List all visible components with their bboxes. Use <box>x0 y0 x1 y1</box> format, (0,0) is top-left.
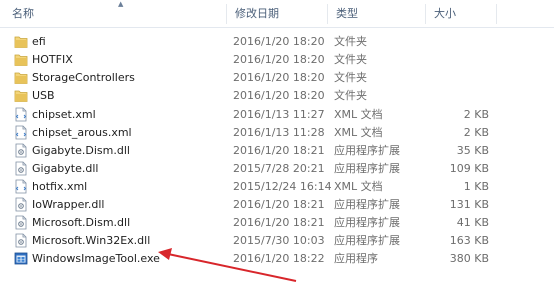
dll-file-icon <box>14 143 28 158</box>
xml-file-icon <box>14 125 28 140</box>
file-row[interactable]: efi 2016/1/20 18:20 文件夹 <box>0 32 554 51</box>
file-row[interactable]: USB 2016/1/20 18:20 文件夹 <box>0 86 554 105</box>
file-date-modified: 2015/7/28 20:21 <box>233 162 325 175</box>
column-header-date[interactable]: 修改日期 <box>227 0 327 27</box>
file-name: Microsoft.Win32Ex.dll <box>32 234 151 247</box>
file-name: Microsoft.Dism.dll <box>32 216 131 229</box>
xml-file-icon <box>14 107 28 122</box>
folder-icon <box>14 70 28 85</box>
file-row[interactable]: Microsoft.Win32Ex.dll 2015/7/30 10:03 应用程序… <box>0 231 554 250</box>
file-name: chipset_arous.xml <box>32 126 132 139</box>
file-type: 应用程序 <box>334 252 378 265</box>
file-row[interactable]: chipset.xml 2016/1/13 11:27 XML 文档 2 KB <box>0 105 554 124</box>
dll-file-icon <box>14 197 28 212</box>
file-name: chipset.xml <box>32 108 96 121</box>
file-type: 文件夹 <box>334 71 367 84</box>
file-type: XML 文档 <box>334 180 383 193</box>
file-row[interactable]: Gigabyte.dll 2015/7/28 20:21 应用程序扩展 109 KB <box>0 159 554 178</box>
file-row[interactable]: IoWrapper.dll 2016/1/20 18:21 应用程序扩展 131 KB <box>0 195 554 214</box>
file-row[interactable]: HOTFIX 2016/1/20 18:20 文件夹 <box>0 50 554 69</box>
file-type: 应用程序扩展 <box>334 144 400 157</box>
file-name: IoWrapper.dll <box>32 198 105 211</box>
file-name: Gigabyte.Dism.dll <box>32 144 130 157</box>
file-name: StorageControllers <box>32 71 135 84</box>
file-date-modified: 2016/1/20 18:21 <box>233 216 325 229</box>
dll-file-icon <box>14 233 28 248</box>
file-type: 文件夹 <box>334 89 367 102</box>
file-row[interactable]: Microsoft.Dism.dll 2016/1/20 18:21 应用程序扩展 4… <box>0 213 554 232</box>
file-type: 应用程序扩展 <box>334 198 400 211</box>
file-size: 1 KB <box>463 180 489 193</box>
xml-file-icon <box>14 179 28 194</box>
file-size: 109 KB <box>449 162 489 175</box>
file-date-modified: 2016/1/20 18:20 <box>233 89 325 102</box>
file-name: hotfix.xml <box>32 180 88 193</box>
file-type: 文件夹 <box>334 53 367 66</box>
file-date-modified: 2016/1/20 18:22 <box>233 252 325 265</box>
file-size: 2 KB <box>463 126 489 139</box>
dll-file-icon <box>14 215 28 230</box>
column-divider[interactable] <box>496 4 497 24</box>
file-type: XML 文档 <box>334 108 383 121</box>
file-name: WindowsImageTool.exe <box>32 252 160 265</box>
file-date-modified: 2016/1/20 18:20 <box>233 53 325 66</box>
file-date-modified: 2015/7/30 10:03 <box>233 234 325 247</box>
folder-icon <box>14 88 28 103</box>
file-date-modified: 2016/1/20 18:20 <box>233 71 325 84</box>
file-size: 131 KB <box>449 198 489 211</box>
file-type: 应用程序扩展 <box>334 234 400 247</box>
folder-icon <box>14 52 28 67</box>
file-row[interactable]: hotfix.xml 2015/12/24 16:14 XML 文档 1 KB <box>0 177 554 196</box>
file-date-modified: 2016/1/20 18:21 <box>233 144 325 157</box>
file-size: 41 KB <box>456 216 489 229</box>
column-header-size[interactable]: 大小 <box>426 0 496 27</box>
file-name: HOTFIX <box>32 53 73 66</box>
file-name: Gigabyte.dll <box>32 162 99 175</box>
file-type: XML 文档 <box>334 126 383 139</box>
column-header-type[interactable]: 类型 <box>328 0 425 27</box>
file-size: 163 KB <box>449 234 489 247</box>
file-size: 380 KB <box>449 252 489 265</box>
file-row[interactable]: chipset_arous.xml 2016/1/13 11:28 XML 文档 2 … <box>0 123 554 142</box>
file-row[interactable]: WindowsImageTool.exe 2016/1/20 18:22 应用程序 3… <box>0 249 554 268</box>
file-size: 2 KB <box>463 108 489 121</box>
file-type: 应用程序扩展 <box>334 216 400 229</box>
exe-file-icon <box>14 251 28 266</box>
file-type: 文件夹 <box>334 35 367 48</box>
file-name: USB <box>32 89 55 102</box>
column-header-name[interactable]: 名称 <box>4 0 226 27</box>
file-date-modified: 2016/1/13 11:28 <box>233 126 325 139</box>
file-row[interactable]: Gigabyte.Dism.dll 2016/1/20 18:21 应用程序扩展 35… <box>0 141 554 160</box>
dll-file-icon <box>14 161 28 176</box>
file-date-modified: 2016/1/20 18:21 <box>233 198 325 211</box>
file-name: efi <box>32 35 46 48</box>
column-header-bar: ▲ 名称 修改日期 类型 大小 <box>0 0 554 28</box>
file-row[interactable]: StorageControllers 2016/1/20 18:20 文件夹 <box>0 68 554 87</box>
folder-icon <box>14 34 28 49</box>
file-date-modified: 2015/12/24 16:14 <box>233 180 332 193</box>
file-date-modified: 2016/1/20 18:20 <box>233 35 325 48</box>
file-date-modified: 2016/1/13 11:27 <box>233 108 325 121</box>
file-type: 应用程序扩展 <box>334 162 400 175</box>
file-size: 35 KB <box>456 144 489 157</box>
